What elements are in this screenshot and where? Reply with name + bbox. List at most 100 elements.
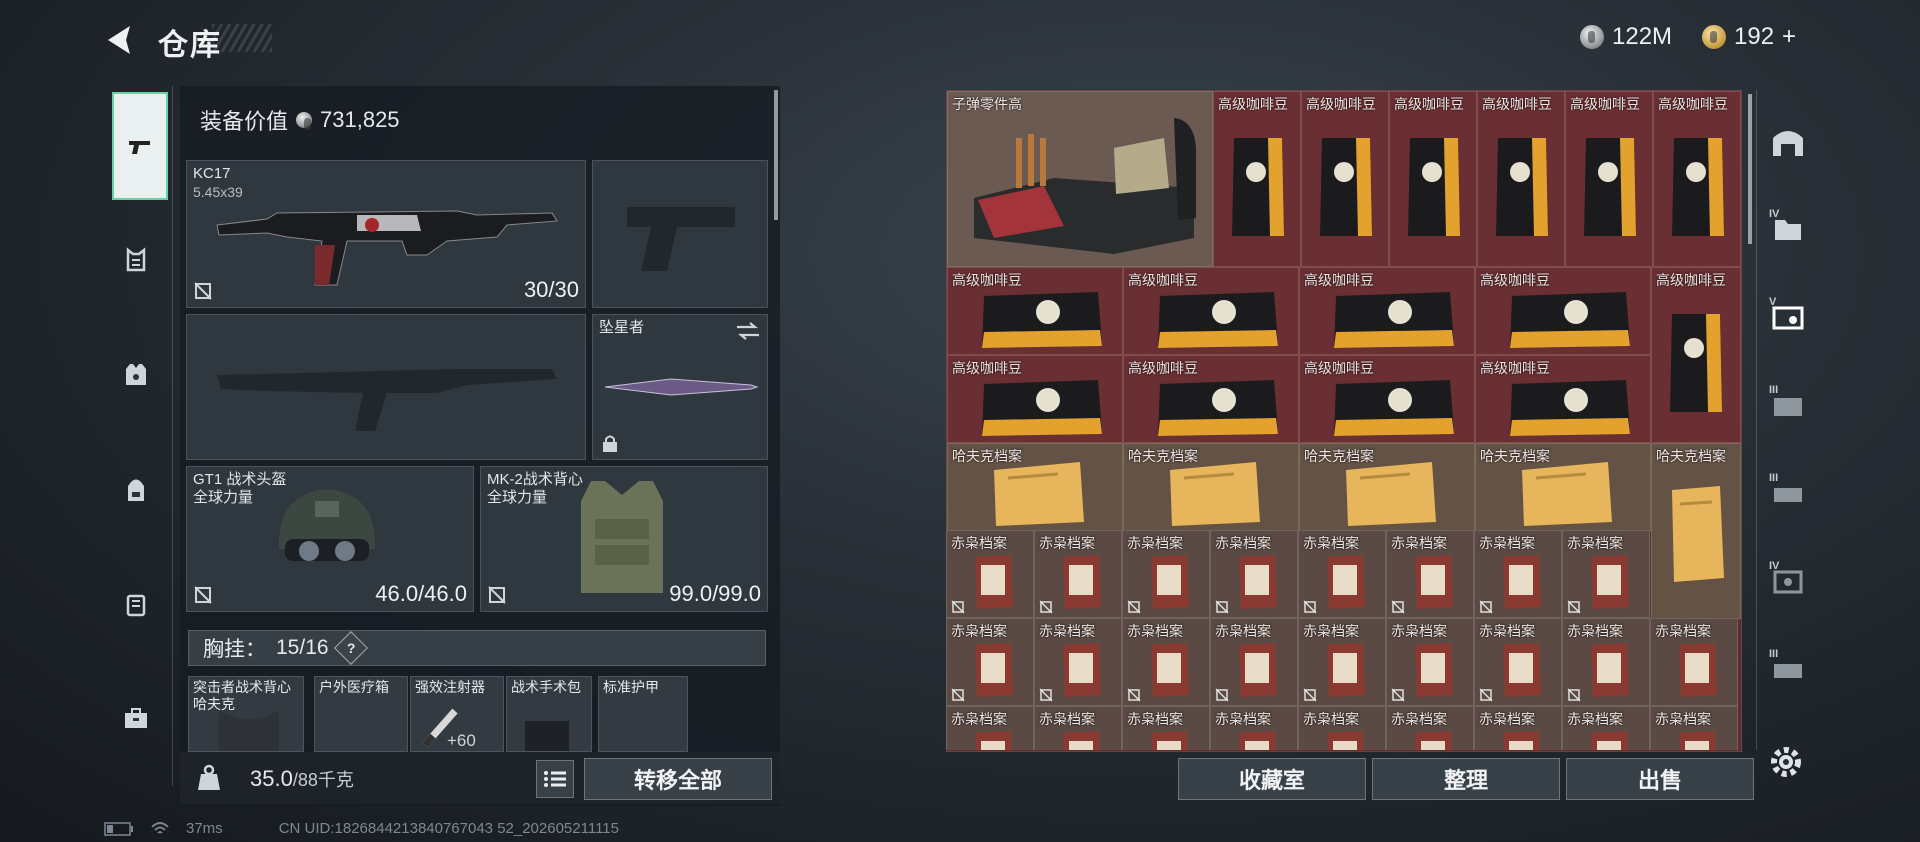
sell-button[interactable]: 出售 (1566, 758, 1754, 800)
secondary-weapon-slot[interactable] (186, 314, 586, 460)
stash-item-red-file[interactable]: 赤枭档案 (946, 706, 1034, 750)
stash-item-coffee[interactable]: 高级咖啡豆 (1651, 267, 1741, 443)
stash-item-red-file[interactable]: 赤枭档案 (1122, 530, 1210, 618)
pouch-slot[interactable]: 强效注射器 +60 (410, 676, 504, 752)
equipment-scrollbar[interactable] (774, 90, 778, 220)
stash-item-red-file[interactable]: 赤枭档案 (1210, 530, 1298, 618)
stash-item-coffee[interactable]: 高级咖啡豆 (1299, 355, 1475, 443)
stash-item-havoc-file[interactable]: 哈夫克档案 (1299, 443, 1475, 531)
stash-item-red-file[interactable]: 赤枭档案 (1298, 618, 1386, 706)
stash-scrollbar[interactable] (1748, 94, 1752, 244)
no-insure-icon (194, 282, 212, 300)
stash-page-5[interactable]: V (1765, 294, 1811, 340)
stash-page-3b[interactable]: III (1765, 470, 1811, 516)
coffee-bag-icon (982, 380, 1102, 436)
stash-item-red-file[interactable]: 赤枭档案 (1474, 618, 1562, 706)
wifi-icon (151, 821, 169, 834)
stash-item-red-file[interactable]: 赤枭档案 (1386, 530, 1474, 618)
stash-item-havoc-file[interactable]: 哈夫克档案 (1475, 443, 1651, 531)
stash-item-ammo-parts[interactable]: 子弹零件高 (947, 91, 1213, 267)
stash-item-red-file[interactable]: 赤枭档案 (1386, 706, 1474, 750)
settings-gear-icon[interactable] (1768, 744, 1804, 780)
primary-weapon-slot[interactable]: KC17 5.45x39 30/30 (186, 160, 586, 308)
stash-item-red-file[interactable]: 赤枭档案 (946, 530, 1034, 618)
stash-item-coffee[interactable]: 高级咖啡豆 (947, 355, 1123, 443)
chest-rig-header[interactable]: 胸挂： 15/16 ? (188, 630, 766, 666)
item-label: 赤枭档案 (1479, 623, 1535, 639)
stash-item-red-file[interactable]: 赤枭档案 (1210, 706, 1298, 750)
stash-item-havoc-file[interactable]: 哈夫克档案 (947, 443, 1123, 531)
stash-item-coffee[interactable]: 高级咖啡豆 (1389, 91, 1477, 267)
stash-item-coffee[interactable]: 高级咖啡豆 (1123, 355, 1299, 443)
stash-item-coffee[interactable]: 高级咖啡豆 (1653, 91, 1741, 267)
add-gold-icon[interactable]: + (1782, 23, 1796, 51)
no-insure-icon (1215, 600, 1229, 614)
stash-item-red-file[interactable]: 赤枭档案 (1034, 530, 1122, 618)
stash-item-coffee[interactable]: 高级咖啡豆 (947, 267, 1123, 355)
stash-page-3c[interactable]: III (1765, 646, 1811, 692)
stash-item-coffee[interactable]: 高级咖啡豆 (1475, 355, 1651, 443)
stash-item-coffee[interactable]: 高级咖啡豆 (1123, 267, 1299, 355)
sort-button[interactable]: 整理 (1372, 758, 1560, 800)
melee-slot[interactable]: 坠星者 (592, 314, 768, 460)
item-label: 哈夫克档案 (1656, 448, 1726, 464)
stash-item-red-file[interactable]: 赤枭档案 (1474, 530, 1562, 618)
nav-container[interactable] (108, 576, 164, 632)
red-file-icon (1327, 731, 1364, 750)
help-icon[interactable]: ? (333, 631, 368, 665)
nav-backpack[interactable] (108, 462, 164, 518)
stash-item-havoc-file[interactable]: 哈夫克档案 (1123, 443, 1299, 531)
stash-item-coffee[interactable]: 高级咖啡豆 (1301, 91, 1389, 267)
pouch-slot[interactable]: 战术手术包 (506, 676, 592, 752)
list-view-button[interactable] (536, 760, 574, 798)
pouch-slot[interactable]: 标准护甲 (598, 676, 688, 752)
stash-item-red-file[interactable]: 赤枭档案 (1562, 618, 1650, 706)
stash-item-red-file[interactable]: 赤枭档案 (1122, 706, 1210, 750)
stash-item-red-file[interactable]: 赤枭档案 (1034, 618, 1122, 706)
red-file-icon (1327, 555, 1365, 609)
pouch-slot[interactable]: 户外医疗箱 (314, 676, 408, 752)
coffee-bag-icon (1232, 138, 1284, 236)
item-label: 高级咖啡豆 (1306, 96, 1376, 112)
coffee-bag-icon (1670, 314, 1722, 412)
stash-item-red-file[interactable]: 赤枭档案 (1562, 706, 1650, 750)
nav-chest-rig[interactable] (108, 232, 164, 288)
nav-armor[interactable] (108, 346, 164, 402)
stash-item-coffee[interactable]: 高级咖啡豆 (1565, 91, 1653, 267)
stash-page-main[interactable] (1765, 118, 1811, 164)
back-arrow-icon[interactable] (100, 22, 140, 58)
helmet-slot[interactable]: GT1 战术头盔 全球力量 46.0/46.0 (186, 466, 474, 612)
stash-item-coffee[interactable]: 高级咖啡豆 (1475, 267, 1651, 355)
no-insure-icon (488, 586, 506, 604)
gold-currency[interactable]: 192 + (1702, 22, 1796, 52)
stash-item-red-file[interactable]: 赤枭档案 (1210, 618, 1298, 706)
surgery-kit-icon (525, 721, 569, 751)
stash-item-red-file[interactable]: 赤枭档案 (1122, 618, 1210, 706)
item-label: 赤枭档案 (1303, 711, 1359, 727)
stash-item-red-file[interactable]: 赤枭档案 (1298, 530, 1386, 618)
no-insure-icon (1039, 600, 1053, 614)
helmet-maker: 全球力量 (193, 489, 254, 506)
nav-weapons[interactable] (112, 92, 168, 200)
stash-item-red-file[interactable]: 赤枭档案 (1386, 618, 1474, 706)
stash-item-red-file[interactable]: 赤枭档案 (1034, 706, 1122, 750)
stash-page-4[interactable]: IV (1765, 206, 1811, 252)
stash-item-red-file[interactable]: 赤枭档案 (1474, 706, 1562, 750)
stash-item-red-file[interactable]: 赤枭档案 (1650, 618, 1738, 706)
stash-page-3a[interactable]: III (1765, 382, 1811, 428)
stash-page-4b[interactable]: IV (1765, 558, 1811, 604)
stash-item-coffee[interactable]: 高级咖啡豆 (1477, 91, 1565, 267)
stash-item-coffee[interactable]: 高级咖啡豆 (1213, 91, 1301, 267)
stash-item-red-file[interactable]: 赤枭档案 (1298, 706, 1386, 750)
stash-item-red-file[interactable]: 赤枭档案 (1650, 706, 1738, 750)
stash-item-red-file[interactable]: 赤枭档案 (946, 618, 1034, 706)
armor-slot[interactable]: MK-2战术背心 全球力量 99.0/99.0 (480, 466, 768, 612)
stash-item-red-file[interactable]: 赤枭档案 (1562, 530, 1650, 618)
collection-room-button[interactable]: 收藏室 (1178, 758, 1366, 800)
stash-item-coffee[interactable]: 高级咖啡豆 (1299, 267, 1475, 355)
sidearm-slot[interactable] (592, 160, 768, 308)
swap-icon[interactable] (735, 321, 761, 341)
nav-toolbox[interactable] (108, 690, 164, 746)
transfer-all-button[interactable]: 转移全部 (584, 758, 772, 800)
pouch-slot[interactable]: 突击者战术背心 哈夫克 (188, 676, 304, 752)
